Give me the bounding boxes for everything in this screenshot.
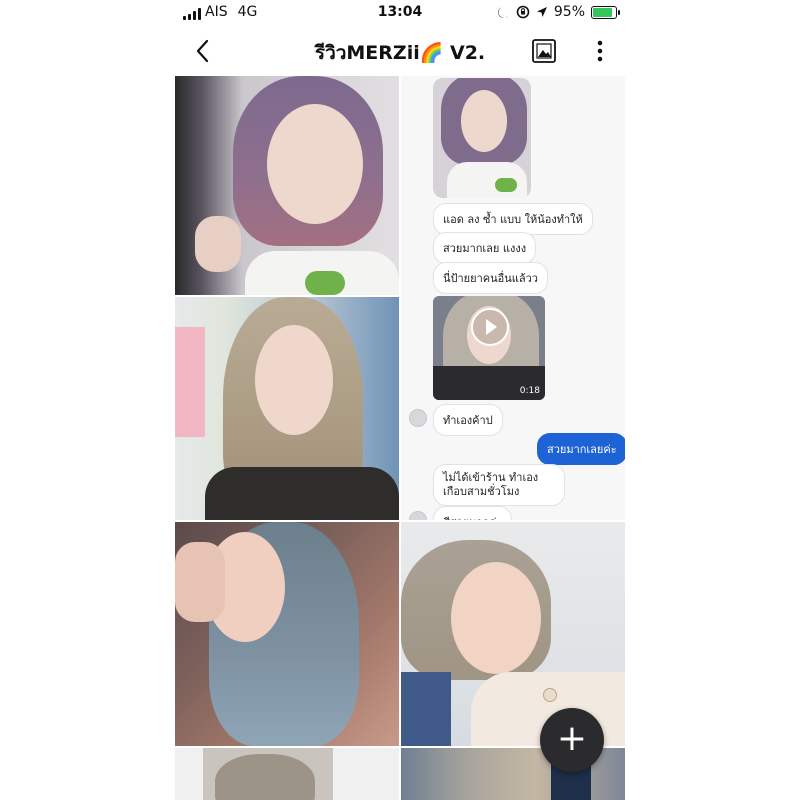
moon-icon [497,6,509,18]
chat-message-sent: สวยมากเลยค่ะ [537,433,625,465]
chat-message: สีสวยมากค่ะ [433,506,513,520]
photo-5[interactable] [175,748,399,800]
sender-avatar [409,511,427,520]
location-icon [536,7,547,17]
chat-image [433,78,531,198]
battery-percent: 95% [553,4,585,20]
photo-1[interactable] [175,76,399,295]
add-photo-button[interactable]: + [540,708,604,772]
album-cover-icon[interactable] [529,36,559,66]
battery-icon [591,5,620,19]
sender-avatar [409,409,427,427]
status-bar: AIS 4G 13:04 95% [175,0,625,26]
status-icons: 95% [497,4,620,20]
chat-screenshot[interactable]: แอด ลง ซ้ำ แบบ ให้น้องทำให้ สวยมากเลย แง… [401,76,625,520]
photo-4[interactable] [401,522,625,746]
more-options-icon[interactable] [585,36,615,66]
play-icon[interactable] [471,308,509,346]
album-header: รีวิวMERZii🌈 V2. [175,26,625,76]
rotation-lock-icon [516,5,530,19]
chat-message: สวยมากเลย แงงง [433,232,537,264]
phone-screen: AIS 4G 13:04 95% รีวิวMERZii🌈 V2. แอด ลง… [175,0,625,800]
chat-message: ไม่ได้เข้าร้าน ทำเองเกือบสามชั่วโมง [433,464,565,506]
chat-message: แอด ลง ซ้ำ แบบ ให้น้องทำให้ [433,203,593,235]
photo-2[interactable] [175,297,399,520]
chat-message: ทำเองค้าป [433,404,503,436]
chat-video[interactable]: 0:18 [433,296,545,400]
chat-message: นี่ป้ายยาคนอื่นแล้วว [433,262,548,294]
video-duration: 0:18 [519,386,540,396]
photo-3[interactable] [175,522,399,746]
